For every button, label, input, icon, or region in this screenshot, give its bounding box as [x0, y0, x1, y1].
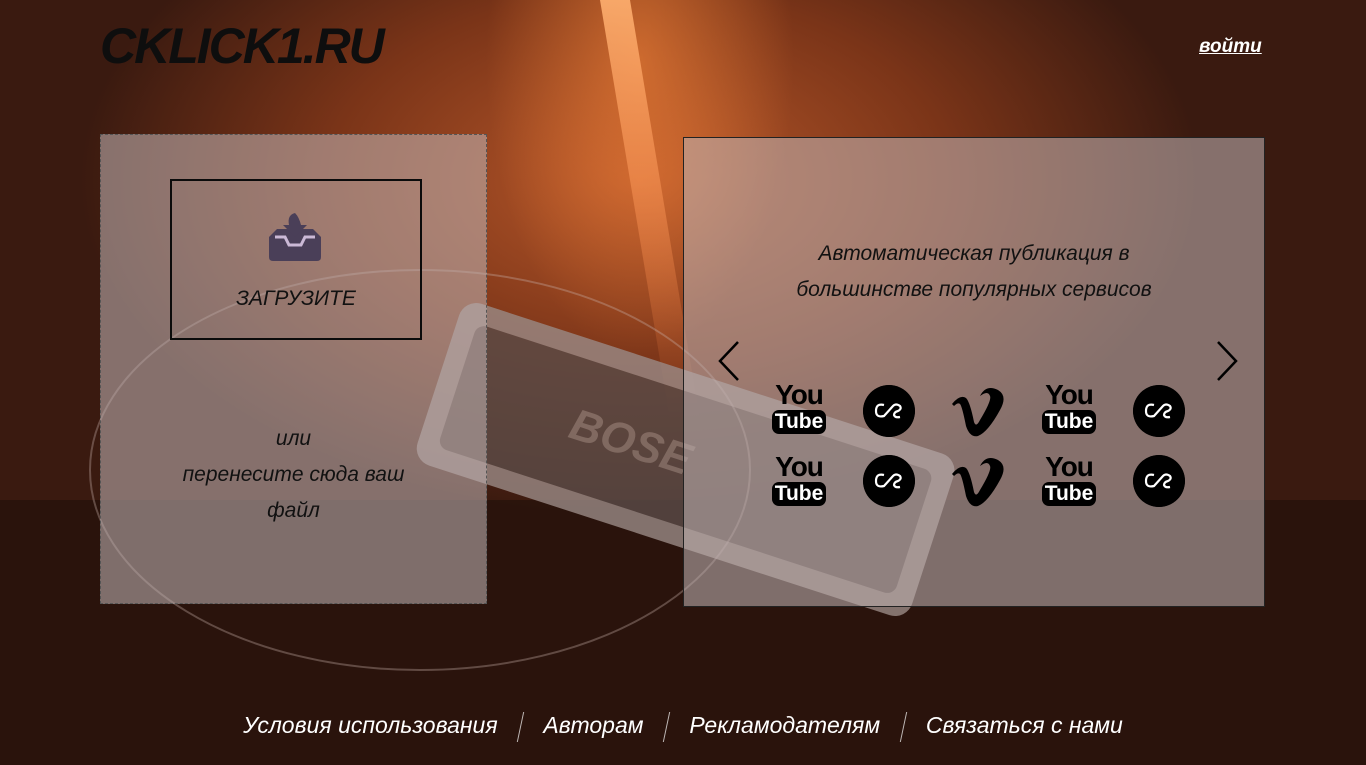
drop-instructions: или перенесите сюда ваш файл	[101, 421, 486, 529]
login-link[interactable]: войти	[1199, 36, 1262, 58]
inbox-download-icon	[269, 213, 321, 261]
lastfm-icon[interactable]	[1133, 455, 1185, 507]
footer-link-authors[interactable]: Авторам	[543, 712, 643, 738]
youtube-you-text: You	[1045, 379, 1094, 410]
youtube-you-text: You	[1045, 451, 1094, 482]
chevron-left-icon[interactable]	[716, 340, 742, 382]
youtube-tube-text: Tube	[1042, 482, 1096, 506]
youtube-icon[interactable]: You Tube	[1040, 451, 1098, 510]
lastfm-icon[interactable]	[863, 455, 915, 507]
services-carousel: Автоматическая публикация в большинстве …	[683, 137, 1265, 607]
footer-link-terms[interactable]: Условия использования	[243, 712, 497, 738]
youtube-icon[interactable]: You Tube	[1040, 379, 1098, 438]
youtube-tube-text: Tube	[772, 482, 826, 506]
drop-line1: перенесите сюда ваш	[182, 463, 405, 486]
footer-nav: Условия использования Авторам Рекламодат…	[0, 712, 1366, 742]
vimeo-icon[interactable]	[950, 388, 1008, 438]
youtube-tube-text: Tube	[1042, 410, 1096, 434]
youtube-icon[interactable]: You Tube	[770, 451, 828, 510]
lastfm-icon[interactable]	[863, 385, 915, 437]
drop-line2: файл	[267, 499, 320, 522]
footer-divider	[899, 712, 907, 742]
site-logo[interactable]: CKLICK1.RU	[100, 18, 385, 74]
youtube-you-text: You	[775, 451, 824, 482]
upload-button-label: ЗАГРУЗИТЕ	[236, 287, 356, 310]
services-title: Автоматическая публикация в большинстве …	[684, 236, 1264, 308]
footer-divider	[662, 712, 671, 742]
youtube-you-text: You	[775, 379, 824, 410]
upload-button[interactable]: ЗАГРУЗИТЕ	[170, 179, 422, 340]
services-title-line1: Автоматическая публикация в	[818, 242, 1130, 265]
vimeo-icon[interactable]	[950, 458, 1008, 508]
footer-divider	[516, 712, 525, 742]
chevron-right-icon[interactable]	[1214, 340, 1240, 382]
upload-dropzone[interactable]: ЗАГРУЗИТЕ или перенесите сюда ваш файл	[100, 134, 487, 604]
youtube-tube-text: Tube	[772, 410, 826, 434]
footer-link-advertisers[interactable]: Рекламодателям	[689, 712, 880, 738]
services-title-line2: большинстве популярных сервисов	[796, 278, 1152, 301]
youtube-icon[interactable]: You Tube	[770, 379, 828, 438]
lastfm-icon[interactable]	[1133, 385, 1185, 437]
drop-or-text: или	[275, 427, 312, 450]
footer-link-contact[interactable]: Связаться с нами	[926, 712, 1123, 738]
